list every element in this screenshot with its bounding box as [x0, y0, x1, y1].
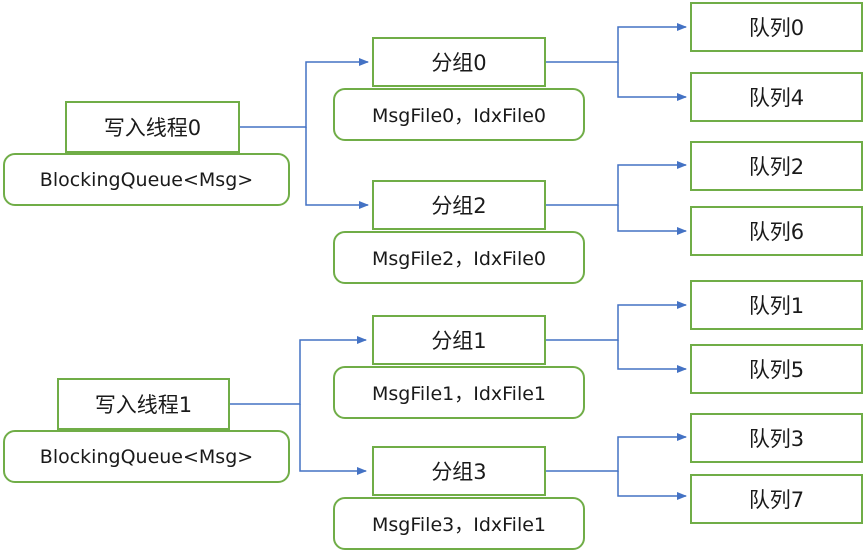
thread-0-queue-label: BlockingQueue<Msg> — [39, 168, 254, 191]
connector-group0-queue0 — [546, 23, 687, 63]
group-2-label: 分组2 — [431, 194, 487, 218]
group-3-label: 分组3 — [431, 460, 487, 484]
write-thread-0-box: 写入线程0 — [65, 101, 240, 153]
group-1-files-label: MsgFile1，IdxFile1 — [371, 383, 547, 405]
queue-2-label: 队列2 — [748, 155, 805, 179]
group-0-files-box: MsgFile0，IdxFile0 — [333, 88, 585, 141]
group-0-label: 分组0 — [431, 51, 487, 75]
connector-group3-queue3 — [546, 433, 687, 472]
group-2-files-box: MsgFile2，IdxFile0 — [333, 231, 585, 284]
group-3-box: 分组3 — [372, 446, 546, 496]
write-thread-1-box: 写入线程1 — [57, 378, 230, 430]
group-3-files-box: MsgFile3，IdxFile1 — [333, 497, 585, 550]
thread-1-queue-box: BlockingQueue<Msg> — [3, 430, 290, 483]
thread-0-queue-box: BlockingQueue<Msg> — [3, 153, 290, 206]
write-thread-1-label: 写入线程1 — [94, 393, 193, 417]
queue-1-label: 队列1 — [748, 294, 805, 318]
queue-7-label: 队列7 — [748, 488, 805, 512]
group-0-files-label: MsgFile0，IdxFile0 — [371, 105, 547, 127]
group-1-label: 分组1 — [431, 329, 487, 353]
queue-6-label: 队列6 — [748, 220, 805, 244]
queue-5-box: 队列5 — [690, 344, 863, 394]
diagram-canvas: 写入线程0 BlockingQueue<Msg> 写入线程1 BlockingQ… — [0, 0, 865, 553]
connector-group2-queue6 — [617, 205, 687, 235]
queue-6-box: 队列6 — [690, 206, 863, 256]
group-0-box: 分组0 — [372, 37, 546, 87]
queue-3-box: 队列3 — [690, 413, 863, 463]
group-1-box: 分组1 — [372, 315, 546, 365]
group-2-box: 分组2 — [372, 180, 546, 230]
queue-1-box: 队列1 — [690, 280, 863, 330]
queue-2-box: 队列2 — [690, 141, 863, 191]
group-2-files-label: MsgFile2，IdxFile0 — [371, 248, 547, 270]
connector-group2-queue2 — [546, 161, 687, 206]
queue-4-box: 队列4 — [690, 72, 863, 122]
connector-group1-queue5 — [617, 340, 687, 373]
queue-4-label: 队列4 — [748, 86, 805, 110]
connector-group1-queue1 — [546, 301, 687, 341]
write-thread-0-label: 写入线程0 — [103, 116, 202, 140]
queue-7-box: 队列7 — [690, 474, 863, 524]
connector-group0-queue4 — [617, 62, 687, 101]
connector-group3-queue7 — [617, 471, 687, 500]
group-1-files-box: MsgFile1，IdxFile1 — [333, 366, 585, 419]
group-3-files-label: MsgFile3，IdxFile1 — [371, 514, 547, 536]
queue-5-label: 队列5 — [748, 358, 805, 382]
queue-0-label: 队列0 — [748, 16, 805, 40]
thread-1-queue-label: BlockingQueue<Msg> — [39, 445, 254, 468]
queue-3-label: 队列3 — [748, 427, 805, 451]
queue-0-box: 队列0 — [690, 2, 863, 52]
